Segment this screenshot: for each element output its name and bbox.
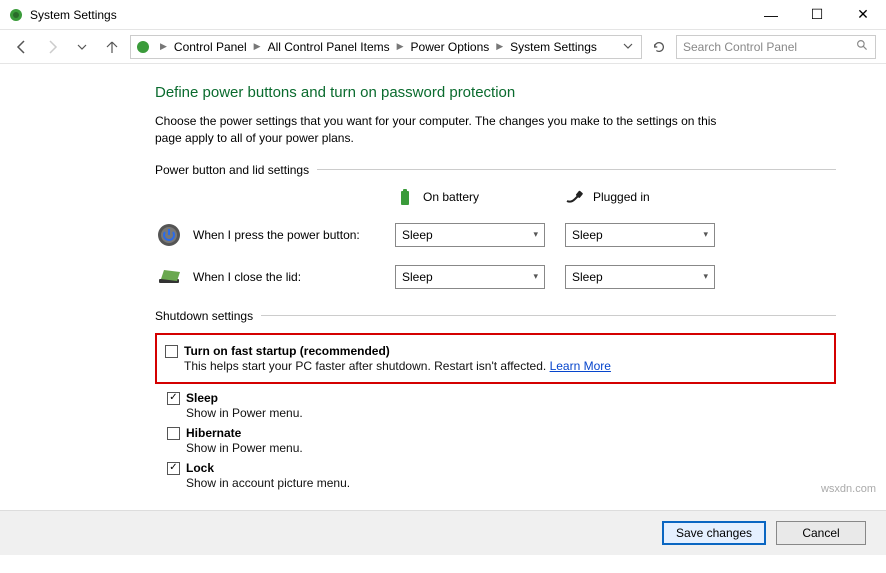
refresh-button[interactable] <box>648 36 670 58</box>
chevron-down-icon: ▾ <box>703 229 708 240</box>
select-value: Sleep <box>572 228 603 242</box>
navbar: ▶ Control Panel ▶ All Control Panel Item… <box>0 30 886 64</box>
page-heading: Define power buttons and turn on passwor… <box>155 84 836 101</box>
lock-checkbox[interactable]: ✓ <box>167 462 180 475</box>
breadcrumb-item[interactable]: Power Options <box>409 40 492 54</box>
up-button[interactable] <box>100 35 124 59</box>
search-input[interactable]: Search Control Panel <box>676 35 876 59</box>
row-label: When I press the power button: <box>155 221 395 249</box>
select-value: Sleep <box>402 270 433 284</box>
hibernate-option: Hibernate Show in Power menu. <box>167 423 836 458</box>
laptop-lid-icon <box>155 263 183 291</box>
option-desc: Show in account picture menu. <box>186 476 836 490</box>
learn-more-link[interactable]: Learn More <box>550 359 611 373</box>
maximize-button[interactable]: ☐ <box>794 0 840 30</box>
chevron-down-icon: ▾ <box>703 271 708 282</box>
chevron-down-icon[interactable] <box>619 40 637 54</box>
close-button[interactable]: ✕ <box>840 0 886 30</box>
breadcrumb-icon <box>135 39 151 55</box>
chevron-right-icon: ▶ <box>251 41 264 52</box>
window-title: System Settings <box>30 8 748 22</box>
main-content: Define power buttons and turn on passwor… <box>0 64 886 573</box>
col-label: Plugged in <box>593 190 650 204</box>
section-label-text: Power button and lid settings <box>155 163 309 177</box>
save-button[interactable]: Save changes <box>662 521 766 545</box>
chevron-down-icon: ▾ <box>533 229 538 240</box>
page-description: Choose the power settings that you want … <box>155 113 735 147</box>
minimize-button[interactable]: — <box>748 0 794 30</box>
section-shutdown: Shutdown settings <box>155 309 836 323</box>
option-desc: Show in Power menu. <box>186 406 836 420</box>
option-desc-text: This helps start your PC faster after sh… <box>184 359 550 373</box>
power-button-battery-select[interactable]: Sleep ▾ <box>395 223 545 247</box>
row-label: When I close the lid: <box>155 263 395 291</box>
power-button-icon <box>155 221 183 249</box>
search-icon <box>856 39 869 55</box>
option-title: Turn on fast startup (recommended) <box>184 344 826 358</box>
breadcrumb[interactable]: ▶ Control Panel ▶ All Control Panel Item… <box>130 35 642 59</box>
power-button-plugged-select[interactable]: Sleep ▾ <box>565 223 715 247</box>
recent-dropdown[interactable] <box>70 35 94 59</box>
row-text: When I press the power button: <box>193 228 360 242</box>
footer: Save changes Cancel <box>0 510 886 555</box>
cancel-button[interactable]: Cancel <box>776 521 866 545</box>
breadcrumb-item[interactable]: All Control Panel Items <box>266 40 392 54</box>
option-desc: This helps start your PC faster after sh… <box>184 359 826 373</box>
app-icon <box>8 7 24 23</box>
option-desc: Show in Power menu. <box>186 441 836 455</box>
column-headers: On battery Plugged in <box>155 187 836 207</box>
window-controls: — ☐ ✕ <box>748 0 886 30</box>
sleep-option: ✓ Sleep Show in Power menu. <box>167 388 836 423</box>
row-power-button: When I press the power button: Sleep ▾ S… <box>155 221 836 249</box>
chevron-right-icon: ▶ <box>394 41 407 52</box>
battery-icon <box>395 187 415 207</box>
option-title: Sleep <box>186 391 836 405</box>
breadcrumb-item[interactable]: System Settings <box>508 40 599 54</box>
row-text: When I close the lid: <box>193 270 301 284</box>
chevron-right-icon: ▶ <box>157 41 170 52</box>
highlight-box: Turn on fast startup (recommended) This … <box>155 333 836 384</box>
select-value: Sleep <box>572 270 603 284</box>
sleep-checkbox[interactable]: ✓ <box>167 392 180 405</box>
fast-startup-option: Turn on fast startup (recommended) This … <box>165 341 826 376</box>
divider <box>261 315 836 316</box>
back-button[interactable] <box>10 35 34 59</box>
section-label-text: Shutdown settings <box>155 309 253 323</box>
option-title: Lock <box>186 461 836 475</box>
titlebar: System Settings — ☐ ✕ <box>0 0 886 30</box>
watermark: wsxdn.com <box>821 483 876 495</box>
option-title: Hibernate <box>186 426 836 440</box>
search-placeholder: Search Control Panel <box>683 40 797 54</box>
col-label: On battery <box>423 190 479 204</box>
hibernate-checkbox[interactable] <box>167 427 180 440</box>
select-value: Sleep <box>402 228 433 242</box>
plug-icon <box>565 187 585 207</box>
section-power-lid: Power button and lid settings <box>155 163 836 177</box>
lid-battery-select[interactable]: Sleep ▾ <box>395 265 545 289</box>
chevron-right-icon: ▶ <box>493 41 506 52</box>
col-on-battery: On battery <box>395 187 565 207</box>
fast-startup-checkbox[interactable] <box>165 345 178 358</box>
lock-option: ✓ Lock Show in account picture menu. <box>167 458 836 493</box>
lid-plugged-select[interactable]: Sleep ▾ <box>565 265 715 289</box>
row-lid: When I close the lid: Sleep ▾ Sleep ▾ <box>155 263 836 291</box>
col-plugged-in: Plugged in <box>565 187 735 207</box>
forward-button[interactable] <box>40 35 64 59</box>
divider <box>317 169 836 170</box>
breadcrumb-item[interactable]: Control Panel <box>172 40 249 54</box>
chevron-down-icon: ▾ <box>533 271 538 282</box>
